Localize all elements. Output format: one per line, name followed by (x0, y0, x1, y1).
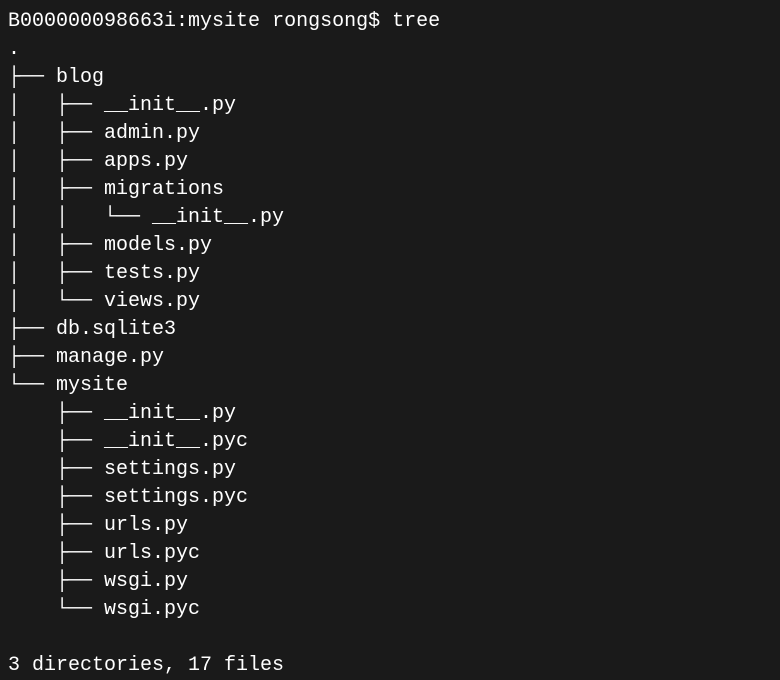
tree-line: │ ├── models.py (8, 232, 772, 260)
tree-summary: 3 directories, 17 files (8, 652, 772, 680)
tree-line: ├── db.sqlite3 (8, 316, 772, 344)
prompt-user: rongsong (272, 10, 368, 33)
tree-line: │ ├── apps.py (8, 148, 772, 176)
tree-line: ├── manage.py (8, 344, 772, 372)
tree-output: ├── blog│ ├── __init__.py│ ├── admin.py│… (8, 64, 772, 624)
tree-line: ├── blog (8, 64, 772, 92)
tree-line: │ │ └── __init__.py (8, 204, 772, 232)
command-text: tree (392, 10, 440, 33)
tree-line: │ ├── __init__.py (8, 92, 772, 120)
tree-line: ├── __init__.py (8, 400, 772, 428)
prompt-cwd: mysite (188, 10, 260, 33)
tree-line: └── wsgi.pyc (8, 596, 772, 624)
tree-line: │ ├── tests.py (8, 260, 772, 288)
tree-line: ├── settings.py (8, 456, 772, 484)
tree-line: │ └── views.py (8, 288, 772, 316)
tree-line: ├── __init__.pyc (8, 428, 772, 456)
tree-line: │ ├── admin.py (8, 120, 772, 148)
prompt-line: B000000098663i:mysite rongsong$ tree (8, 8, 772, 36)
tree-root: . (8, 36, 772, 64)
tree-line: │ ├── migrations (8, 176, 772, 204)
tree-line: ├── urls.pyc (8, 540, 772, 568)
tree-line: └── mysite (8, 372, 772, 400)
tree-line: ├── urls.py (8, 512, 772, 540)
prompt-host: B000000098663i (8, 10, 176, 33)
tree-line: ├── wsgi.py (8, 568, 772, 596)
tree-line: ├── settings.pyc (8, 484, 772, 512)
prompt-symbol: $ (368, 10, 380, 33)
